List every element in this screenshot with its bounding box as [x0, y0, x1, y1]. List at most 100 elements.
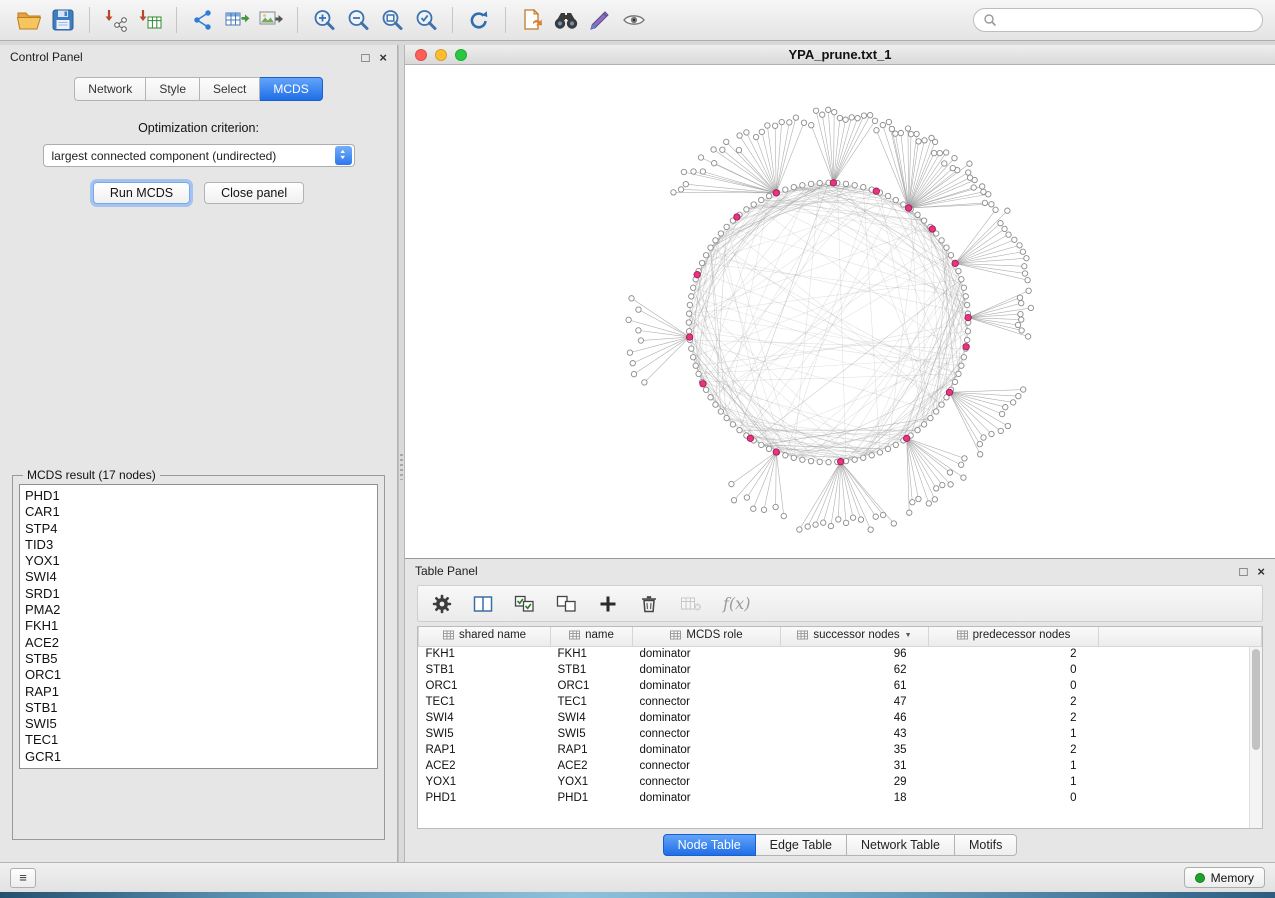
search-input[interactable]: [1002, 13, 1253, 27]
add-column-button[interactable]: [598, 594, 618, 614]
unselect-all-button[interactable]: [556, 594, 577, 614]
tab-motifs[interactable]: Motifs: [955, 834, 1017, 856]
zoom-fit-button[interactable]: [375, 4, 409, 36]
mcds-result-item[interactable]: RAP1: [25, 684, 372, 700]
open-session-button[interactable]: [12, 4, 46, 36]
column-header-MCDS-role[interactable]: MCDS role: [633, 627, 781, 646]
mcds-result-item[interactable]: SWI5: [25, 716, 372, 732]
find-button[interactable]: [549, 4, 583, 36]
import-network-button[interactable]: [99, 4, 133, 36]
table-scrollbar[interactable]: [1249, 647, 1262, 828]
clone-network-button[interactable]: [515, 4, 549, 36]
gear-icon: [432, 594, 452, 614]
table-panel-header: Table Panel □ ×: [405, 559, 1275, 583]
column-header-shared-name[interactable]: shared name: [419, 627, 551, 646]
memory-button[interactable]: Memory: [1184, 867, 1265, 888]
tab-edge-table[interactable]: Edge Table: [756, 834, 847, 856]
right-pane: YPA_prune.txt_1 Table Panel □ ×: [405, 45, 1275, 862]
node-table-container: shared namenameMCDS rolesuccessor nodes▼…: [417, 626, 1263, 829]
mcds-result-item[interactable]: PHD1: [25, 488, 372, 504]
delete-column-button[interactable]: [639, 594, 659, 614]
panel-splitter[interactable]: [398, 45, 405, 862]
network-canvas[interactable]: [405, 65, 1275, 558]
table-panel-title: Table Panel: [415, 564, 478, 578]
refresh-layout-button[interactable]: [462, 4, 496, 36]
mcds-result-item[interactable]: FKH1: [25, 618, 372, 634]
close-window-icon[interactable]: [415, 49, 427, 61]
export-network-button[interactable]: [186, 4, 220, 36]
mcds-result-item[interactable]: ACE2: [25, 635, 372, 651]
cell-shared-name: FKH1: [419, 646, 551, 662]
table-settings-button[interactable]: [432, 594, 452, 614]
tab-mcds[interactable]: MCDS: [260, 77, 322, 101]
criterion-select[interactable]: largest connected component (undirected)…: [43, 144, 355, 167]
close-table-panel-icon[interactable]: ×: [1257, 565, 1265, 578]
table-row[interactable]: ORC1ORC1dominator610: [419, 678, 1262, 694]
run-mcds-button[interactable]: Run MCDS: [93, 182, 190, 204]
network-graph-svg[interactable]: [405, 65, 1275, 558]
eye-icon: [621, 9, 647, 31]
close-panel-icon[interactable]: ×: [379, 51, 387, 64]
show-panels-button[interactable]: ≡: [10, 868, 36, 888]
float-table-panel-icon[interactable]: □: [1240, 565, 1248, 578]
node-table: shared namenameMCDS rolesuccessor nodes▼…: [418, 627, 1262, 806]
table-row[interactable]: SWI5SWI5connector431: [419, 726, 1262, 742]
mcds-result-item[interactable]: SWI4: [25, 569, 372, 585]
mcds-result-item[interactable]: STP4: [25, 521, 372, 537]
table-row[interactable]: SWI4SWI4dominator462: [419, 710, 1262, 726]
tab-node-table[interactable]: Node Table: [663, 834, 756, 856]
zoom-out-button[interactable]: [341, 4, 375, 36]
mcds-result-item[interactable]: TEC1: [25, 732, 372, 748]
table-row[interactable]: ACE2ACE2connector311: [419, 758, 1262, 774]
table-row[interactable]: TEC1TEC1connector472: [419, 694, 1262, 710]
control-panel-header: Control Panel □ ×: [0, 45, 397, 69]
apply-style-button[interactable]: [583, 4, 617, 36]
export-table-button[interactable]: [220, 4, 254, 36]
mcds-result-item[interactable]: TID3: [25, 537, 372, 553]
column-header-name[interactable]: name: [551, 627, 633, 646]
mcds-result-item[interactable]: YOX1: [25, 553, 372, 569]
trash-icon: [639, 594, 659, 614]
tab-select[interactable]: Select: [200, 77, 260, 101]
import-table-button[interactable]: [133, 4, 167, 36]
table-row[interactable]: PHD1PHD1dominator180: [419, 790, 1262, 806]
select-all-button[interactable]: [514, 594, 535, 614]
mcds-result-item[interactable]: CAR1: [25, 504, 372, 520]
table-row[interactable]: RAP1RAP1dominator352: [419, 742, 1262, 758]
tab-network[interactable]: Network: [74, 77, 146, 101]
binoculars-icon: [553, 8, 579, 32]
column-menu-arrow-icon[interactable]: ▼: [905, 632, 912, 639]
mcds-result-item[interactable]: STB5: [25, 651, 372, 667]
zoom-in-button[interactable]: [307, 4, 341, 36]
column-header-predecessor-nodes[interactable]: predecessor nodes: [929, 627, 1099, 646]
mcds-result-item[interactable]: GCR1: [25, 749, 372, 765]
float-panel-icon[interactable]: □: [362, 51, 370, 64]
mcds-result-list[interactable]: PHD1CAR1STP4TID3YOX1SWI4SRD1PMA2FKH1ACE2…: [19, 484, 378, 769]
tab-style[interactable]: Style: [146, 77, 200, 101]
zoom-selected-button[interactable]: [409, 4, 443, 36]
export-image-button[interactable]: [254, 4, 288, 36]
column-header-successor-nodes[interactable]: successor nodes▼: [781, 627, 929, 646]
mcds-result-item[interactable]: ORC1: [25, 667, 372, 683]
mcds-result-item[interactable]: STB1: [25, 700, 372, 716]
mcds-result-item[interactable]: PMA2: [25, 602, 372, 618]
network-window-titlebar[interactable]: YPA_prune.txt_1: [405, 45, 1275, 65]
table-row[interactable]: STB1STB1dominator620: [419, 662, 1262, 678]
cell-predecessor-nodes: 0: [929, 678, 1099, 694]
table-row[interactable]: YOX1YOX1connector291: [419, 774, 1262, 790]
import-table-icon: [137, 8, 163, 32]
table-scrollbar-thumb[interactable]: [1252, 649, 1260, 750]
close-panel-button[interactable]: Close panel: [204, 182, 304, 204]
app-window: Control Panel □ × NetworkStyleSelectMCDS…: [0, 0, 1275, 892]
table-row[interactable]: FKH1FKH1dominator962: [419, 646, 1262, 662]
save-session-button[interactable]: [46, 4, 80, 36]
zoom-window-icon[interactable]: [455, 49, 467, 61]
tab-network-table[interactable]: Network Table: [847, 834, 955, 856]
split-panel-button[interactable]: [473, 594, 493, 614]
cell-filler: [1099, 710, 1262, 726]
function-builder-button[interactable]: f(x): [723, 594, 750, 613]
minimize-window-icon[interactable]: [435, 49, 447, 61]
mcds-result-item[interactable]: SRD1: [25, 586, 372, 602]
clear-values-button[interactable]: [680, 594, 702, 614]
toggle-view-button[interactable]: [617, 4, 651, 36]
